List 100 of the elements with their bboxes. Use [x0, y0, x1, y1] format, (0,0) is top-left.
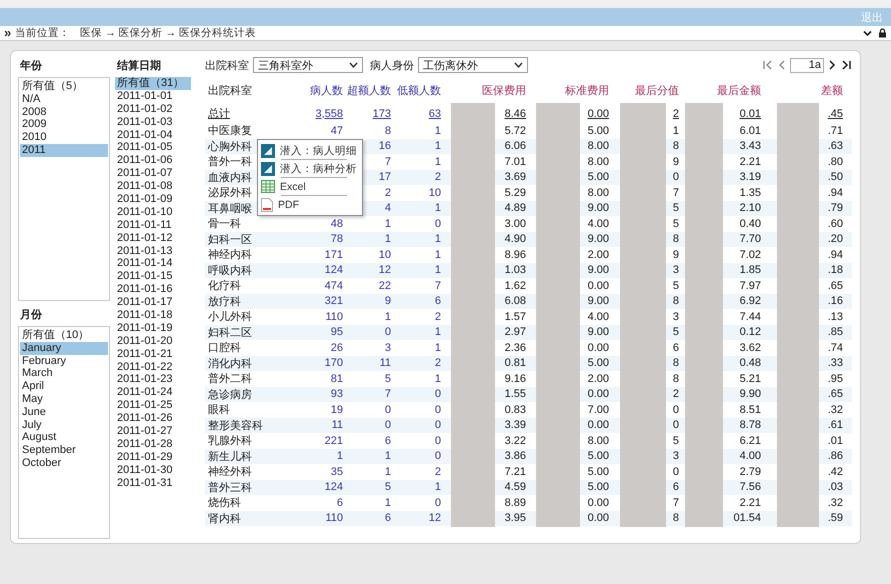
list-item[interactable]: 2010: [20, 131, 108, 144]
list-item[interactable]: 2011-01-17: [115, 296, 191, 310]
total-value[interactable]: 总计: [208, 106, 230, 121]
lock-icon[interactable]: [878, 28, 887, 38]
column-header[interactable]: 最后金额: [681, 82, 763, 98]
total-value[interactable]: 0.00: [588, 108, 609, 120]
menu-item[interactable]: Excel: [261, 179, 357, 194]
list-item[interactable]: 2011-01-03: [115, 116, 191, 129]
list-item[interactable]: 2011-01-08: [115, 180, 191, 194]
list-item[interactable]: 2011-01-21: [115, 348, 191, 361]
list-item[interactable]: 2011-01-05: [115, 141, 191, 154]
expand-toggle[interactable]: »: [4, 27, 12, 39]
list-item[interactable]: June: [20, 406, 108, 419]
column-header[interactable]: 医保费用: [443, 82, 528, 98]
list-item[interactable]: 所有值（5）: [20, 80, 108, 93]
list-item[interactable]: 2011-01-14: [115, 257, 191, 270]
column-header[interactable]: 出院科室: [205, 82, 300, 98]
list-item[interactable]: March: [20, 367, 108, 380]
list-item[interactable]: 2011-01-15: [115, 270, 191, 284]
list-item[interactable]: 所有值（10）: [20, 329, 108, 342]
list-item[interactable]: 2011-01-06: [115, 154, 191, 168]
table-cell: 5: [672, 202, 679, 214]
list-item[interactable]: 2009: [20, 118, 108, 132]
list-item[interactable]: 2011-01-29: [115, 450, 191, 464]
table-cell: 6.01: [740, 124, 761, 137]
redaction-block: [777, 103, 819, 124]
list-item[interactable]: 2011-01-01: [115, 90, 191, 103]
list-item[interactable]: 2011-01-30: [115, 464, 191, 477]
table-cell: 26: [330, 342, 343, 354]
list-item[interactable]: 2011-01-23: [115, 373, 191, 386]
column-header[interactable]: 差额: [763, 82, 845, 98]
next-page-icon[interactable]: [828, 60, 836, 70]
table-cell: 1: [434, 156, 441, 168]
table-cell-text: 口腔科: [208, 340, 241, 356]
table-cell: 9.16: [504, 372, 526, 385]
list-item[interactable]: September: [20, 444, 108, 457]
chevron-down-icon[interactable]: [863, 28, 872, 38]
list-item[interactable]: 2011-01-22: [115, 360, 191, 374]
total-value[interactable]: 8.46: [504, 108, 526, 120]
list-item[interactable]: 2011-01-10: [115, 206, 191, 219]
total-value[interactable]: 0.01: [740, 108, 761, 120]
list-item[interactable]: 2011-01-24: [115, 386, 191, 400]
list-item[interactable]: 2011-01-18: [115, 309, 191, 322]
list-item[interactable]: 2011-01-31: [115, 476, 191, 490]
list-item[interactable]: 2011-01-26: [115, 412, 191, 426]
table-cell: 19: [330, 404, 343, 416]
column-header[interactable]: 病人数: [300, 82, 345, 98]
list-item[interactable]: January: [20, 342, 108, 355]
redaction-block: [451, 510, 495, 527]
list-item[interactable]: 2011-01-12: [115, 232, 191, 245]
column-header[interactable]: 超额人数: [345, 82, 393, 98]
menu-item[interactable]: 潜入：病人明细: [261, 143, 357, 158]
list-item[interactable]: 2011: [20, 144, 108, 157]
total-value[interactable]: 173: [372, 108, 391, 120]
table-cell: 6.08: [504, 295, 526, 308]
page-input[interactable]: 1a: [790, 58, 824, 72]
column-header[interactable]: 低额人数: [393, 82, 443, 98]
list-item[interactable]: 2011-01-11: [115, 218, 191, 232]
list-item[interactable]: February: [20, 354, 108, 368]
list-item[interactable]: 2011-01-20: [115, 334, 191, 348]
total-value[interactable]: 3,558: [315, 108, 343, 120]
list-item[interactable]: N/A: [20, 92, 108, 106]
total-value[interactable]: 2: [672, 108, 679, 120]
column-header[interactable]: 最后分值: [611, 82, 681, 98]
list-item[interactable]: 2011-01-27: [115, 425, 191, 438]
list-item[interactable]: 2011-01-16: [115, 283, 191, 296]
list-item[interactable]: August: [20, 431, 108, 444]
list-item[interactable]: 2011-01-28: [115, 438, 191, 451]
total-value[interactable]: .45: [828, 108, 843, 120]
list-item[interactable]: 2011-01-02: [115, 102, 191, 116]
list-item[interactable]: 2011-01-25: [115, 399, 191, 412]
menu-item[interactable]: PDF: [261, 197, 357, 212]
column-header[interactable]: 标准费用: [528, 82, 611, 98]
redaction-block: [777, 510, 819, 527]
list-item[interactable]: May: [20, 392, 108, 406]
table-cell: 0.00: [588, 280, 609, 292]
list-item[interactable]: October: [20, 456, 108, 470]
table-cell: 1.62: [504, 280, 526, 292]
table-cell-text: 乳腺外科: [208, 434, 252, 448]
dropdown[interactable]: 工伤离休外: [418, 57, 528, 73]
list-item[interactable]: 所有值（31）: [115, 77, 191, 90]
list-item[interactable]: 2011-01-13: [115, 244, 191, 258]
total-value[interactable]: 63: [428, 108, 441, 120]
list-item[interactable]: July: [20, 418, 108, 432]
list-item[interactable]: April: [20, 380, 108, 393]
list-item[interactable]: 2011-01-07: [115, 167, 191, 180]
table-cell: 5.00: [588, 450, 609, 462]
previous-page-icon[interactable]: [778, 60, 786, 70]
list-item[interactable]: 2011-01-04: [115, 128, 191, 142]
first-page-icon[interactable]: [762, 60, 774, 70]
table-cell: 1: [336, 450, 343, 462]
table-cell: 5.29: [504, 186, 526, 199]
table-cell: 1: [434, 372, 441, 385]
list-item[interactable]: 2011-01-19: [115, 322, 191, 335]
menu-item[interactable]: 潜入：病种分析: [261, 161, 357, 176]
last-page-icon[interactable]: [840, 60, 852, 70]
dropdown[interactable]: 三角科室外: [253, 57, 363, 73]
table-cell: 01.54: [733, 512, 761, 524]
list-item[interactable]: 2011-01-09: [115, 193, 191, 206]
list-item[interactable]: 2008: [20, 106, 108, 118]
